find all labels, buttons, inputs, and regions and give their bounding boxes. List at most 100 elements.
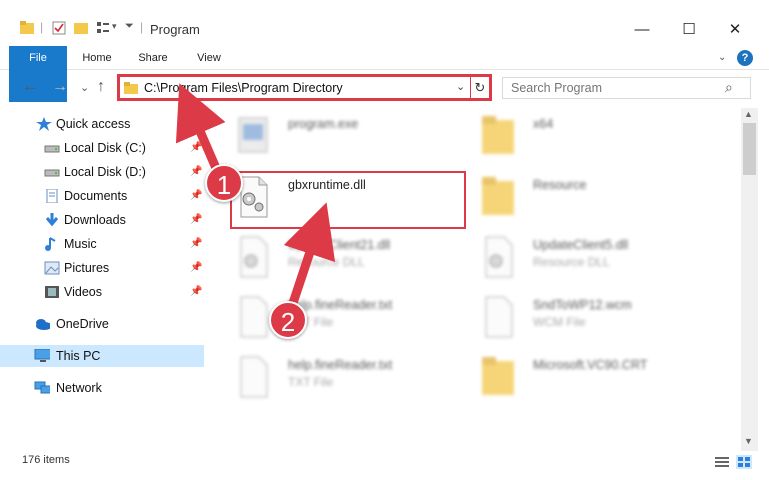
folder-icon	[482, 116, 514, 154]
title-bar: | ▾ ⏷ | Program — ☐ ✕	[0, 0, 769, 40]
file-item-resource[interactable]: Resource	[478, 173, 718, 229]
file-item-updateclient5-dll[interactable]: UpdateClient5.dll Resource DLL	[478, 233, 718, 289]
file-type: Resource DLL	[288, 255, 365, 269]
quick-access-toolbar-dropdown-icon[interactable]: ⏷	[125, 20, 134, 33]
properties-icon[interactable]	[52, 21, 66, 35]
separator: |	[40, 20, 44, 34]
large-icons-view-icon[interactable]	[736, 455, 752, 469]
file-item-sndtowp12-wcm[interactable]: SndToWP12.wcm WCM File	[478, 293, 718, 349]
computer-icon	[34, 349, 50, 362]
pin-icon: 📌	[190, 190, 203, 201]
window-title: Program	[150, 22, 200, 37]
sidebar-item-label: Downloads	[64, 213, 126, 227]
forward-button[interactable]: →	[52, 78, 68, 96]
star-icon	[36, 117, 52, 131]
scrollbar-thumb[interactable]	[743, 123, 756, 175]
recent-locations-button[interactable]: ⌄	[80, 81, 89, 94]
sidebar-item-documents[interactable]: Documents 📌	[0, 185, 204, 207]
sidebar-item-pictures[interactable]: Pictures 📌	[0, 257, 204, 279]
sidebar-item-music[interactable]: Music 📌	[0, 233, 204, 255]
file-explorer-window: | ▾ ⏷ | Program — ☐ ✕ File Home Share Vi…	[0, 0, 769, 480]
drive-icon	[44, 169, 60, 177]
details-view-icon[interactable]	[714, 455, 730, 469]
sidebar-item-label: Network	[56, 381, 102, 395]
sidebar-item-label: Local Disk (D:)	[64, 165, 146, 179]
search-input[interactable]	[511, 81, 711, 95]
tab-share[interactable]: Share	[130, 46, 176, 70]
separator: |	[140, 20, 144, 34]
up-button[interactable]: ↑	[97, 78, 105, 96]
file-name: program.exe	[288, 117, 359, 131]
new-folder-icon[interactable]	[74, 21, 88, 35]
sidebar-item-label: Pictures	[64, 261, 110, 275]
step-1-badge: 1	[205, 164, 243, 202]
address-bar[interactable]: C:\Program Files\Program Directory ⌄ ↻	[117, 74, 492, 101]
file-name: UpdateClient21.dll	[288, 238, 391, 252]
search-box[interactable]: ⌕	[502, 77, 751, 99]
pictures-icon	[44, 261, 60, 275]
sidebar-item-label: OneDrive	[56, 317, 109, 331]
ribbon-tabs: File Home Share View ⌄ ?	[0, 46, 769, 102]
vertical-scrollbar[interactable]: ▲ ▼	[741, 108, 758, 451]
sidebar-item-videos[interactable]: Videos 📌	[0, 281, 204, 303]
navigation-pane: Quick access Local Disk (C:) 📌 Local Dis…	[0, 108, 210, 445]
music-icon	[45, 237, 56, 251]
search-icon[interactable]: ⌕	[725, 79, 733, 96]
sidebar-item-quick-access[interactable]: Quick access	[0, 113, 204, 135]
minimize-button[interactable]: —	[619, 16, 665, 44]
folder-icon	[482, 177, 514, 215]
folder-icon	[124, 82, 138, 94]
collapse-ribbon-icon[interactable]: ⌄	[718, 52, 726, 63]
text-file-icon	[240, 356, 268, 398]
file-item-x64[interactable]: x64	[478, 112, 718, 168]
navigation-bar: ← → ⌄ ↑ C:\Program Files\Program Directo…	[0, 72, 769, 104]
close-button[interactable]: ✕	[712, 16, 758, 44]
customize-icon[interactable]	[96, 21, 110, 35]
file-name: Microsoft.VC90.CRT	[533, 358, 648, 372]
file-name: x64	[533, 117, 554, 131]
dropdown-icon[interactable]: ▾	[112, 21, 117, 32]
sidebar-item-this-pc[interactable]: This PC	[0, 345, 204, 367]
dll-icon	[485, 236, 513, 278]
downloads-icon	[45, 213, 59, 227]
scroll-up-icon[interactable]: ▲	[744, 109, 753, 119]
sidebar-item-label: Quick access	[56, 117, 131, 131]
file-item-updateclient21-dll[interactable]: UpdateClient21.dll Resource DLL	[233, 233, 473, 289]
file-type: WCM File	[533, 315, 586, 329]
file-item-program-exe[interactable]: program.exe	[233, 112, 473, 168]
step-2-badge: 2	[269, 301, 307, 339]
tab-home[interactable]: Home	[74, 46, 120, 70]
file-name: Resource	[533, 178, 587, 192]
refresh-button[interactable]: ↻	[470, 77, 489, 98]
maximize-button[interactable]: ☐	[666, 16, 712, 44]
file-type: Resource DLL	[533, 255, 610, 269]
file-name: UpdateClient5.dll	[533, 238, 629, 252]
sidebar-item-label: Documents	[64, 189, 128, 203]
highlight-box	[230, 171, 466, 229]
network-icon	[34, 381, 50, 394]
address-path[interactable]: C:\Program Files\Program Directory	[144, 81, 343, 95]
file-name: help.fineReader.txt	[288, 358, 393, 372]
status-bar: 176 items	[0, 451, 769, 480]
dll-icon	[240, 236, 268, 278]
scroll-down-icon[interactable]: ▼	[744, 436, 753, 446]
item-count: 176 items	[22, 454, 70, 466]
back-button[interactable]: ←	[22, 78, 38, 96]
help-icon[interactable]: ?	[737, 50, 753, 66]
generic-file-icon	[485, 296, 513, 338]
pin-icon: 📌	[190, 214, 203, 225]
file-list: program.exe x64 gbxruntime.dll Resource	[212, 108, 739, 445]
sidebar-item-onedrive[interactable]: OneDrive	[0, 313, 204, 335]
file-item-microsoft-vc90-crt[interactable]: Microsoft.VC90.CRT	[478, 353, 718, 409]
sidebar-item-local-disk-d[interactable]: Local Disk (D:) 📌	[0, 161, 204, 183]
sidebar-item-local-disk-c[interactable]: Local Disk (C:) 📌	[0, 137, 204, 159]
sidebar-item-downloads[interactable]: Downloads 📌	[0, 209, 204, 231]
address-dropdown-icon[interactable]: ⌄	[456, 80, 465, 93]
tab-view[interactable]: View	[186, 46, 232, 70]
file-item-help-txt-2[interactable]: help.fineReader.txt TXT File	[233, 353, 473, 409]
pin-icon: 📌	[190, 166, 203, 177]
sidebar-item-network[interactable]: Network	[0, 377, 204, 399]
pin-icon: 📌	[190, 262, 203, 273]
sidebar-item-label: Local Disk (C:)	[64, 141, 146, 155]
pin-icon: 📌	[190, 238, 203, 249]
